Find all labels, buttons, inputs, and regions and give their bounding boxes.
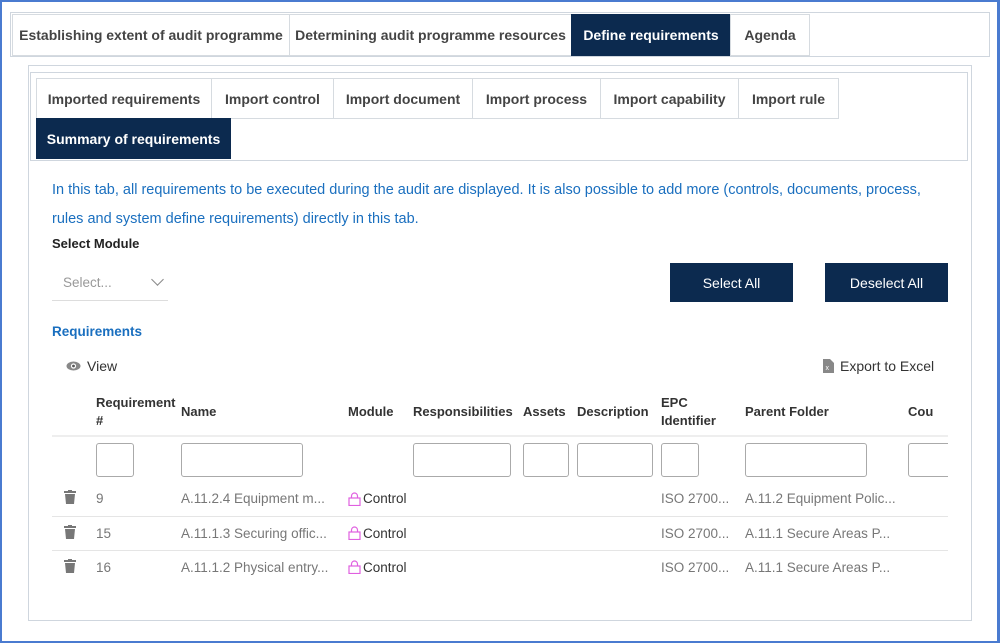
chevron-down-icon bbox=[151, 273, 164, 286]
col-actions bbox=[52, 388, 92, 437]
cell-country bbox=[904, 516, 948, 551]
trash-icon[interactable] bbox=[64, 524, 76, 539]
filter-requirement-number[interactable] bbox=[96, 442, 134, 477]
trash-icon[interactable] bbox=[64, 558, 76, 573]
info-text: In this tab, all requirements to be exec… bbox=[52, 182, 921, 227]
cell-parent-folder: A.11.1 Secure Areas P... bbox=[741, 516, 904, 551]
cell-responsibilities bbox=[409, 550, 519, 584]
module-label: Control bbox=[363, 491, 407, 507]
cell-module: Control bbox=[344, 550, 409, 584]
cell-assets bbox=[519, 516, 573, 551]
cell-parent-folder: A.11.1 Secure Areas P... bbox=[741, 550, 904, 584]
cell-country bbox=[904, 482, 948, 517]
view-label: View bbox=[87, 358, 118, 374]
filter-row bbox=[52, 436, 948, 482]
table-row[interactable]: 15 A.11.1.3 Securing offic... Control IS… bbox=[52, 516, 948, 551]
cell-country bbox=[904, 550, 948, 584]
module-label: Control bbox=[363, 525, 407, 541]
select-placeholder: Select... bbox=[63, 274, 112, 290]
tab-import-rule[interactable]: Import rule bbox=[738, 78, 839, 119]
module-label: Control bbox=[363, 559, 407, 575]
cell-description bbox=[573, 550, 657, 584]
select-all-button[interactable]: Select All bbox=[670, 263, 793, 302]
col-country[interactable]: Cou bbox=[904, 388, 948, 437]
filter-parent-folder[interactable] bbox=[745, 442, 867, 477]
col-parent-folder[interactable]: Parent Folder bbox=[741, 388, 904, 437]
tab-import-process[interactable]: Import process bbox=[472, 78, 601, 119]
view-button[interactable]: View bbox=[66, 358, 117, 374]
filter-epc-identifier[interactable] bbox=[661, 442, 699, 477]
col-requirement-number[interactable]: Requirement # bbox=[92, 388, 177, 437]
select-module-label: Select Module bbox=[52, 236, 140, 251]
tab-summary-of-requirements[interactable]: Summary of requirements bbox=[36, 118, 231, 159]
cell-epc-identifier: ISO 2700... bbox=[657, 550, 741, 584]
tab-define-requirements[interactable]: Define requirements bbox=[571, 14, 731, 56]
cell-epc-identifier: ISO 2700... bbox=[657, 516, 741, 551]
tab-imported-requirements[interactable]: Imported requirements bbox=[36, 78, 212, 119]
col-module[interactable]: Module bbox=[344, 388, 409, 437]
filter-description[interactable] bbox=[577, 442, 653, 477]
filter-assets[interactable] bbox=[523, 442, 569, 477]
cell-description bbox=[573, 482, 657, 517]
eye-icon bbox=[66, 361, 81, 371]
cell-requirement-number: 16 bbox=[92, 550, 177, 584]
col-responsibilities[interactable]: Responsibilities bbox=[409, 388, 519, 437]
tab-import-capability[interactable]: Import capability bbox=[600, 78, 739, 119]
lock-icon bbox=[348, 492, 361, 506]
export-label: Export to Excel bbox=[840, 358, 935, 374]
tab-import-document[interactable]: Import document bbox=[333, 78, 473, 119]
trash-icon[interactable] bbox=[64, 490, 76, 505]
tab-import-control[interactable]: Import control bbox=[211, 78, 334, 119]
filter-responsibilities[interactable] bbox=[413, 442, 511, 477]
cell-parent-folder: A.11.2 Equipment Polic... bbox=[741, 482, 904, 517]
cell-name: A.11.1.2 Physical entry... bbox=[177, 550, 344, 584]
tab-establishing-extent[interactable]: Establishing extent of audit programme bbox=[12, 14, 290, 56]
table-row[interactable]: 9 A.11.2.4 Equipment m... Control ISO 27… bbox=[52, 482, 948, 517]
module-select[interactable]: Select... bbox=[52, 264, 168, 301]
col-assets[interactable]: Assets bbox=[519, 388, 573, 437]
table-row[interactable]: 16 A.11.1.2 Physical entry... Control IS… bbox=[52, 550, 948, 584]
excel-file-icon: x bbox=[823, 359, 834, 373]
cell-description bbox=[573, 516, 657, 551]
cell-module: Control bbox=[344, 516, 409, 551]
lock-icon bbox=[348, 526, 361, 541]
deselect-all-button[interactable]: Deselect All bbox=[825, 263, 948, 302]
requirements-grid: Requirement # Name Module Responsibiliti… bbox=[52, 388, 948, 584]
col-description[interactable]: Description bbox=[573, 388, 657, 437]
requirements-heading: Requirements bbox=[52, 324, 143, 339]
cell-requirement-number: 9 bbox=[92, 482, 177, 517]
cell-responsibilities bbox=[409, 482, 519, 517]
svg-text:x: x bbox=[826, 365, 830, 372]
cell-requirement-number: 15 bbox=[92, 516, 177, 551]
tab-agenda[interactable]: Agenda bbox=[730, 14, 810, 56]
export-excel-button[interactable]: x Export to Excel bbox=[823, 358, 934, 374]
col-epc-identifier[interactable]: EPC Identifier bbox=[657, 388, 741, 437]
col-name[interactable]: Name bbox=[177, 388, 344, 437]
cell-name: A.11.1.3 Securing offic... bbox=[177, 516, 344, 551]
filter-name[interactable] bbox=[181, 442, 303, 477]
filter-country[interactable] bbox=[908, 442, 948, 477]
lock-icon bbox=[348, 560, 361, 575]
cell-assets bbox=[519, 550, 573, 584]
cell-module: Control bbox=[344, 482, 409, 517]
cell-epc-identifier: ISO 2700... bbox=[657, 482, 741, 517]
cell-responsibilities bbox=[409, 516, 519, 551]
tab-determining-resources[interactable]: Determining audit programme resources bbox=[289, 14, 572, 56]
cell-assets bbox=[519, 482, 573, 517]
cell-name: A.11.2.4 Equipment m... bbox=[177, 482, 344, 517]
